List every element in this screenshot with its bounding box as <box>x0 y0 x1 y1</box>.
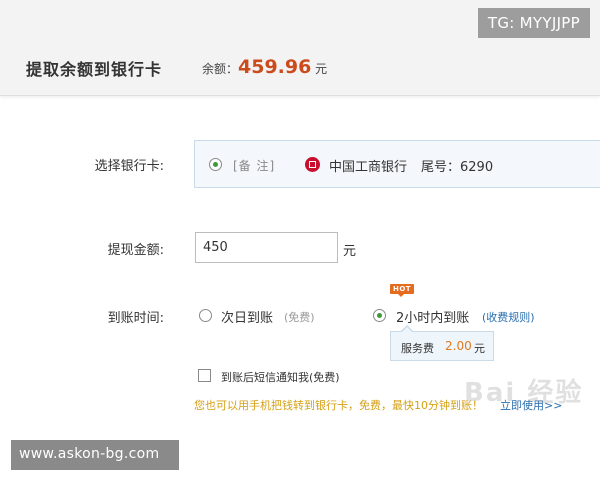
next-day-note: (免费) <box>284 311 315 324</box>
balance-display: 余额：459.96 元 <box>202 56 327 78</box>
hot-badge: HOT <box>390 284 415 297</box>
fee-unit: 元 <box>474 342 485 355</box>
two-hour-radio[interactable] <box>373 309 386 322</box>
bank-card-remark[interactable]: [备 注] <box>233 157 275 174</box>
balance-label: 余额： <box>202 62 239 76</box>
fee-rules-link[interactable]: (收费规则) <box>482 309 535 325</box>
baidu-watermark: Bai 经验 <box>464 378 584 408</box>
card-tail-label: 尾号： <box>421 160 461 175</box>
next-day-radio[interactable] <box>199 309 212 322</box>
sms-notify-label[interactable]: 到账后短信通知我(免费) <box>221 369 340 385</box>
amount-unit: 元 <box>343 244 357 259</box>
card-tail-number: 6290 <box>460 160 494 175</box>
page-title: 提取余额到银行卡 <box>26 60 163 79</box>
next-day-label[interactable]: 次日到账 <box>221 307 273 326</box>
fee-value: 2.00 <box>445 339 472 353</box>
bank-name: 中国工商银行 <box>329 160 408 175</box>
bank-card-option[interactable]: [备 注] 中国工商银行 尾号：6290 <box>194 140 600 188</box>
site-badge: www.askon-bg.com <box>11 440 179 470</box>
amount-label: 提现金额: <box>107 243 164 258</box>
sms-notify-checkbox[interactable] <box>198 369 211 382</box>
bank-card-radio[interactable] <box>209 158 222 171</box>
fee-label: 服务费 <box>401 342 434 355</box>
amount-input[interactable] <box>195 232 338 263</box>
card-tail: 尾号：6290 <box>421 156 493 175</box>
bank-card-label: 选择银行卡: <box>94 159 164 174</box>
balance-amount: 459.96 <box>238 56 312 78</box>
balance-unit: 元 <box>315 62 328 76</box>
two-hour-label[interactable]: 2小时内到账 <box>396 307 469 326</box>
arrival-time-label: 到账时间: <box>107 311 164 326</box>
tg-badge: TG: MYYJJPP <box>477 8 590 38</box>
icbc-logo-icon <box>305 157 320 172</box>
service-fee-box: 服务费 2.00 元 <box>390 325 494 361</box>
mobile-transfer-tip: 您也可以用手机把钱转到银行卡，免费，最快10分钟到账！ <box>194 399 483 412</box>
